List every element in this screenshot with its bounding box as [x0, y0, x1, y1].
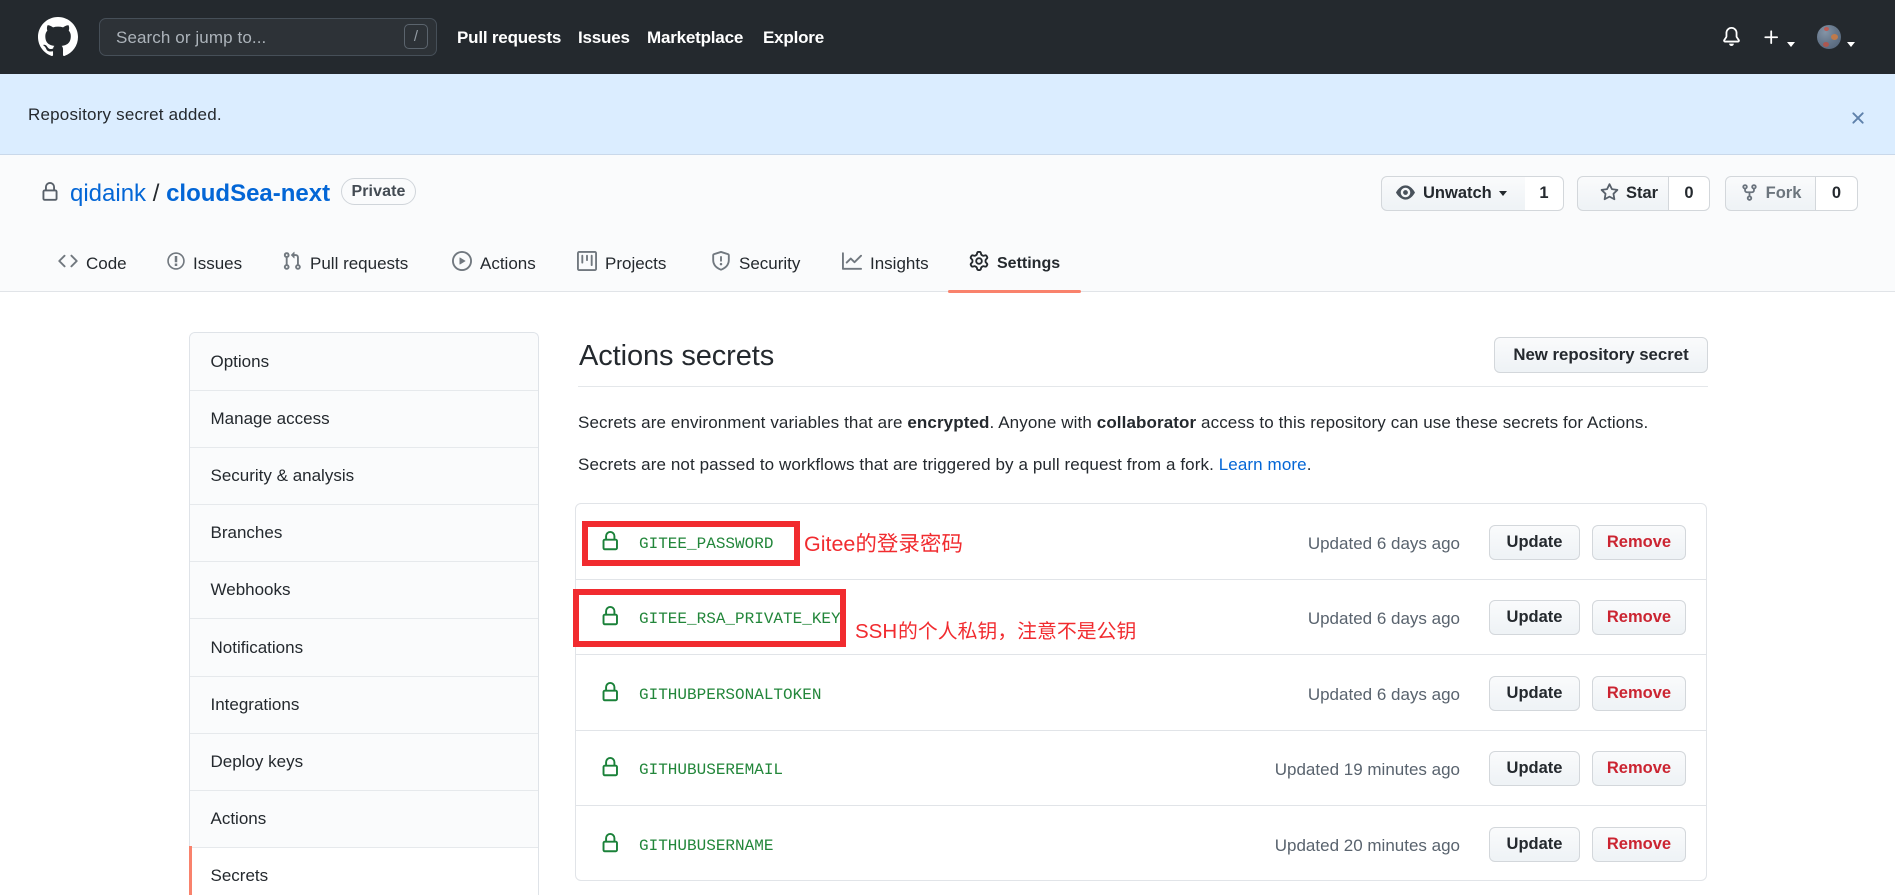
svg-text:Gitee: Gitee: [804, 532, 855, 556]
svg-text:SSH: SSH: [855, 620, 897, 643]
